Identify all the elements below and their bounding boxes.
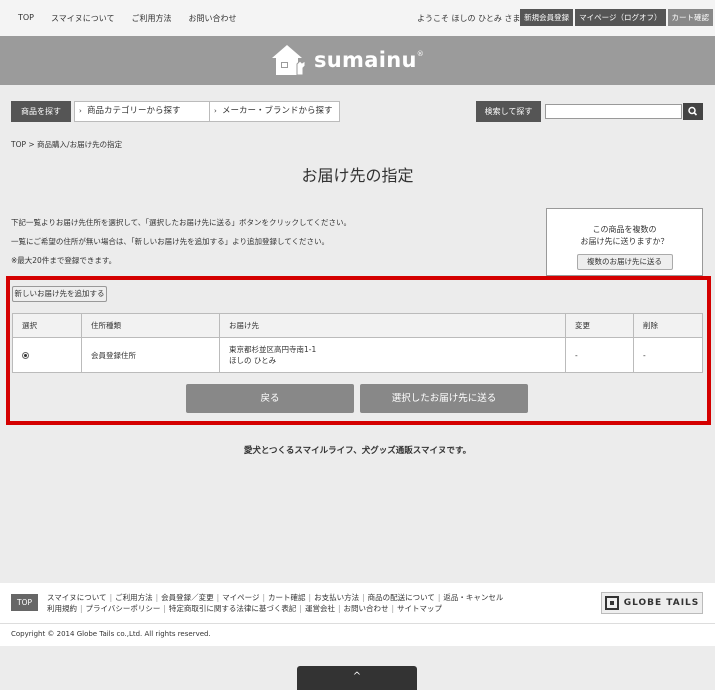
destination-address: 東京都杉並区高円寺南1-1: [229, 345, 317, 354]
category-search-tab[interactable]: › 商品カテゴリーから探す: [75, 102, 210, 121]
find-products-button[interactable]: 商品を探す: [11, 101, 71, 122]
back-button[interactable]: 戻る: [186, 384, 354, 413]
multi-destination-button[interactable]: 複数のお届け先に送る: [576, 254, 673, 270]
logo-text: sumainu: [314, 48, 417, 72]
top-nav: TOP スマイヌについて ご利用方法 お問い合わせ: [18, 13, 237, 24]
instruction-line-2: 一覧にご希望の住所が無い場合は、「新しいお届け先を追加する」より追加登録してくだ…: [11, 237, 329, 246]
footer-link-company[interactable]: 運営会社: [305, 604, 335, 613]
chevron-right-icon: ›: [79, 107, 82, 115]
category-bar: › 商品カテゴリーから探す › メーカー・ブランドから探す: [74, 101, 340, 122]
footer-link-terms[interactable]: 利用規約: [47, 604, 77, 613]
col-address-type: 住所種類: [81, 313, 220, 338]
search-label-button[interactable]: 検索して探す: [476, 101, 541, 122]
globe-tails-logo[interactable]: GLOBE TAILS: [601, 592, 703, 614]
topnav-usage-link[interactable]: ご利用方法: [132, 13, 172, 24]
site-header: sumainu ®: [0, 36, 715, 85]
address-type-cell: 会員登録住所: [81, 337, 220, 373]
instruction-line-1: 下記一覧よりお届け先住所を選択して、「選択したお届け先に送る」ボタンをクリックし…: [11, 218, 352, 227]
house-dog-icon: [272, 45, 306, 76]
footer-link-returns[interactable]: 返品・キャンセル: [443, 593, 503, 602]
multi-destination-question: この商品を複数の お届け先に送りますか？: [547, 224, 702, 248]
breadcrumb: TOP > 商品購入/お届け先の指定: [11, 140, 123, 149]
col-destination: お届け先: [219, 313, 566, 338]
search-icon: [688, 106, 698, 116]
page-title: お届け先の指定: [301, 166, 414, 185]
topnav-contact-link[interactable]: お問い合わせ: [189, 13, 237, 24]
send-to-selected-button[interactable]: 選択したお届け先に送る: [360, 384, 528, 413]
edit-cell: -: [565, 337, 634, 373]
top-bar: TOP スマイヌについて ご利用方法 お問い合わせ ようこそ ほしの ひとみ さ…: [0, 0, 715, 36]
delete-cell: -: [633, 337, 703, 373]
globe-tails-mark-icon: [604, 596, 619, 610]
page-top-button[interactable]: ^: [297, 666, 417, 690]
welcome-text: ようこそ ほしの ひとみ さま: [417, 14, 521, 23]
destination-name: ほしの ひとみ: [229, 356, 277, 365]
col-delete: 削除: [633, 313, 703, 338]
chevron-up-icon: ^: [352, 671, 362, 682]
multi-question-line2: お届け先に送りますか？: [580, 237, 669, 246]
multi-destination-box: この商品を複数の お届け先に送りますか？ 複数のお届け先に送る: [546, 208, 703, 276]
account-buttons: 新規会員登録 マイページ（ログオフ） カート確認: [520, 9, 713, 26]
site-logo[interactable]: sumainu ®: [271, 44, 424, 76]
mypage-button[interactable]: マイページ（ログオフ）: [575, 9, 666, 26]
tagline: 愛犬とつくるスマイルライフ、犬グッズ通販スマイヌです。: [243, 446, 472, 456]
footer-link-payment[interactable]: お支払い方法: [314, 593, 359, 602]
footer-top-link[interactable]: TOP: [11, 594, 38, 611]
globe-tails-text: GLOBE TAILS: [623, 598, 700, 608]
topnav-top-link[interactable]: TOP: [18, 13, 34, 24]
col-edit: 変更: [565, 313, 634, 338]
footer-link-law[interactable]: 特定商取引に関する法律に基づく表記: [169, 604, 297, 613]
brand-search-tab[interactable]: › メーカー・ブランドから探す: [210, 102, 339, 121]
category-search-label: 商品カテゴリーから探す: [87, 106, 181, 116]
footer-link-privacy[interactable]: プライバシーポリシー: [86, 604, 161, 613]
footer-link-sitemap[interactable]: サイトマップ: [397, 604, 442, 613]
site-footer: TOP スマイヌについて | ご利用方法 | 会員登録／変更 | マイページ | カート確認 | お…: [0, 583, 715, 623]
topnav-about-link[interactable]: スマイヌについて: [51, 13, 115, 24]
footer-links-row-1: スマイヌについて | ご利用方法 | 会員登録／変更 | マイページ | カート確認 | お支払い方…: [47, 593, 504, 602]
table-row: 会員登録住所 東京都杉並区高円寺南1-1 ほしの ひとみ - -: [12, 337, 703, 373]
search-input[interactable]: [545, 104, 682, 119]
chevron-right-icon: ›: [214, 107, 217, 115]
footer-link-contact[interactable]: お問い合わせ: [343, 604, 388, 613]
logo-registered-mark: ®: [416, 50, 424, 58]
search-row: 商品を探す › 商品カテゴリーから探す › メーカー・ブランドから探す 検索して…: [0, 101, 715, 123]
destination-cell: 東京都杉並区高円寺南1-1 ほしの ひとみ: [219, 337, 566, 373]
footer-link-about[interactable]: スマイヌについて: [47, 593, 107, 602]
brand-search-label: メーカー・ブランドから探す: [222, 106, 333, 116]
add-address-button[interactable]: 新しいお届け先を追加する: [12, 286, 107, 302]
instruction-note: ※最大20件まで登録できます。: [11, 256, 117, 265]
copyright: Copyright © 2014 Globe Tails co.,Ltd. Al…: [0, 623, 715, 646]
footer-links-row-2: 利用規約 | プライバシーポリシー | 特定商取引に関する法律に基づく表記 | 運営会社 | お…: [47, 604, 443, 613]
address-radio[interactable]: [22, 352, 29, 359]
footer-link-register[interactable]: 会員登録／変更: [161, 593, 214, 602]
footer-link-cart[interactable]: カート確認: [268, 593, 306, 602]
footer-link-usage[interactable]: ご利用方法: [115, 593, 153, 602]
search-button[interactable]: [683, 103, 703, 120]
footer-link-mypage[interactable]: マイページ: [222, 593, 259, 602]
cart-button[interactable]: カート確認: [667, 9, 713, 26]
table-header-row: 選択 住所種類 お届け先 変更 削除: [12, 313, 703, 338]
footer-link-shipping[interactable]: 商品の配送について: [368, 593, 435, 602]
col-select: 選択: [12, 313, 82, 338]
address-table: 選択 住所種類 お届け先 変更 削除 会員登録住所 東京都杉並区高円寺南1-1 …: [12, 313, 703, 373]
multi-question-line1: この商品を複数の: [592, 225, 657, 234]
select-cell: [12, 337, 82, 373]
register-button[interactable]: 新規会員登録: [520, 9, 574, 26]
